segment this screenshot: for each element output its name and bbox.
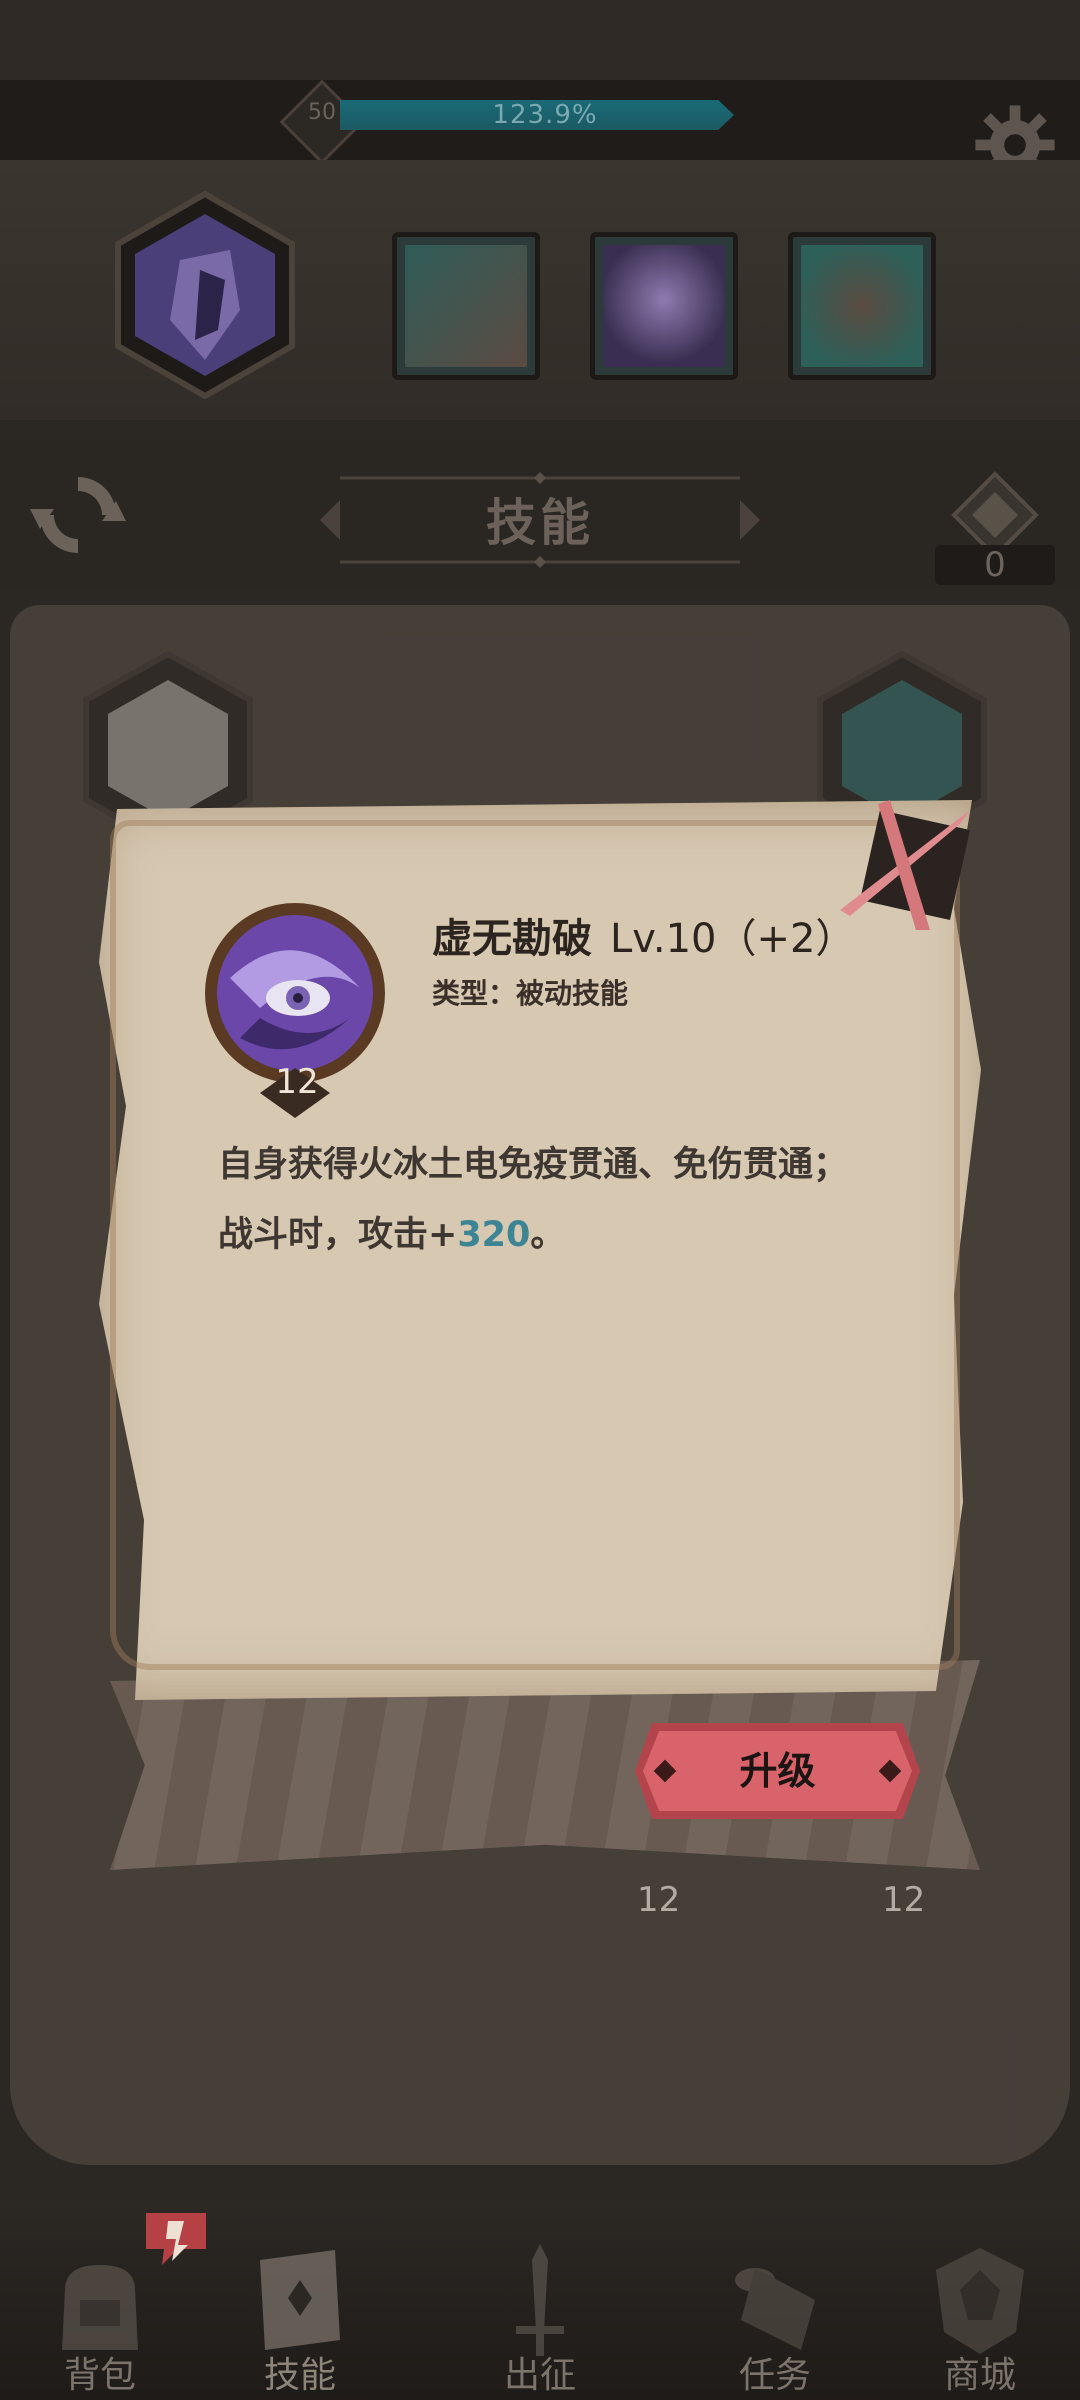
skill-type: 类型：被动技能 <box>432 977 629 1010</box>
skill-grid-level: 12 <box>882 1880 926 1920</box>
skill-book-icon <box>260 2250 340 2350</box>
equipped-skill-main[interactable] <box>110 190 300 400</box>
nav-label: 出征 <box>503 2355 576 2396</box>
skill-description-value: 320 <box>457 1215 531 1255</box>
skill-icon-level: 12 <box>275 1062 319 1102</box>
notification-icon <box>146 2213 206 2265</box>
skill-description-end: 。 <box>530 1215 566 1255</box>
nav-label: 商城 <box>943 2355 1016 2396</box>
refresh-icon[interactable] <box>28 465 128 565</box>
nav-label: 背包 <box>63 2355 136 2396</box>
skill-description: 自身获得火冰土电免疫贯通、免伤贯通；战斗时，攻击+320。 <box>218 1130 858 1270</box>
skill-name-text: 虚无勘破 <box>432 916 592 962</box>
upgrade-button-label: 升级 <box>739 1749 816 1793</box>
skill-name: 虚无勘破 Lv.10（+2） <box>432 906 855 964</box>
skill-token-count: 0 <box>935 545 1055 585</box>
page-title: 技能 <box>486 494 594 552</box>
scroll-icon <box>735 2268 815 2350</box>
nav-item-quests[interactable]: 任务 <box>690 2240 860 2400</box>
skill-grid-level: 12 <box>637 1880 681 1920</box>
equipped-skill-slot-2[interactable] <box>590 232 738 380</box>
equipped-skill-slot-3[interactable] <box>788 232 936 380</box>
xp-percent-text: 123.9% <box>492 100 598 130</box>
nav-item-shop[interactable]: 商城 <box>895 2240 1065 2400</box>
equipped-skill-slot-1[interactable] <box>392 232 540 380</box>
nav-label: 任务 <box>738 2355 811 2396</box>
status-strip <box>0 0 1080 80</box>
shop-crest-icon <box>936 2248 1024 2354</box>
skill-level-text: Lv.10（+2） <box>610 916 856 962</box>
nav-item-skills[interactable]: 技能 <box>215 2240 385 2400</box>
nav-label: 技能 <box>263 2355 336 2396</box>
sword-icon <box>516 2244 564 2356</box>
upgrade-button[interactable]: 升级 <box>635 1723 920 1819</box>
nav-item-expedition[interactable]: 出征 <box>455 2240 625 2400</box>
